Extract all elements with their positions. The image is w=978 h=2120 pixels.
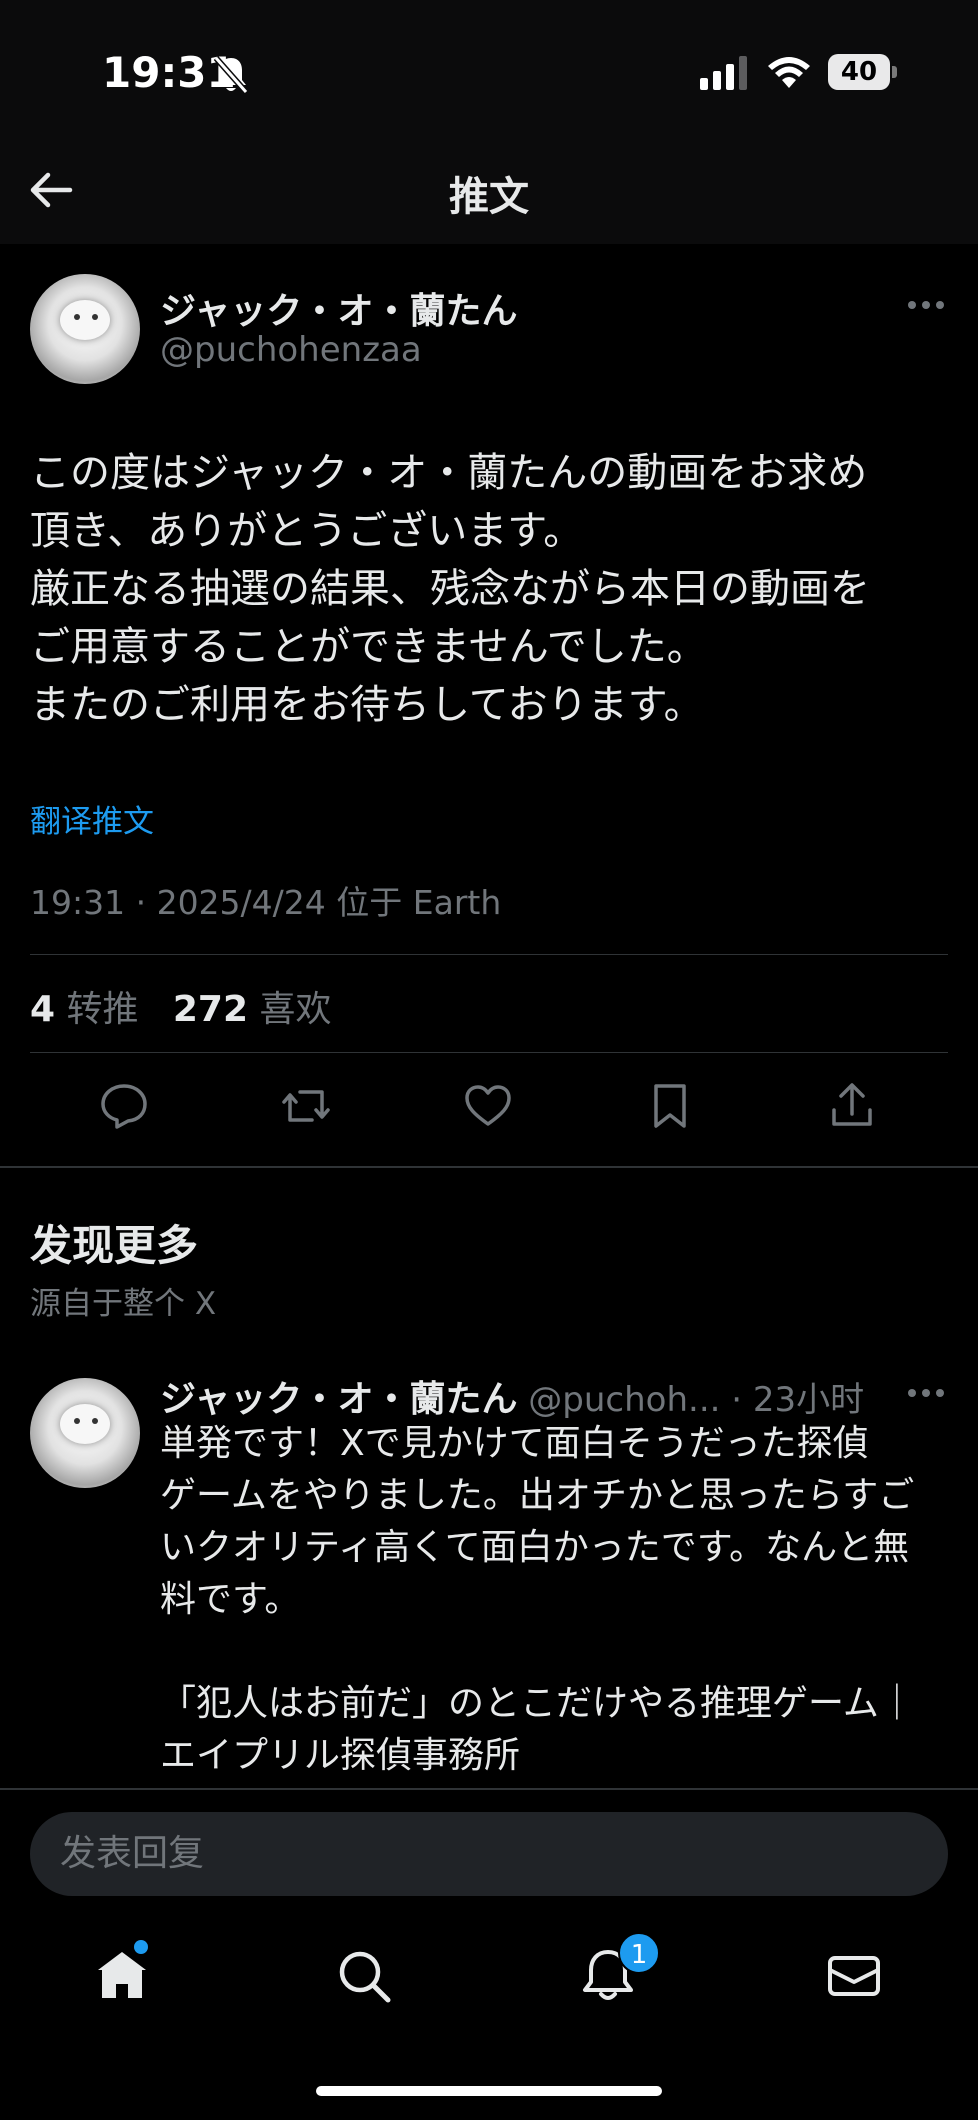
reply-bar: 发表回复 — [0, 1788, 978, 1918]
reply-input[interactable]: 发表回复 — [30, 1812, 948, 1896]
author-name[interactable]: ジャック・オ・蘭たん — [160, 282, 517, 334]
discover-title: 发现更多 — [30, 1221, 199, 1270]
retweet-label[interactable]: 转推 — [67, 989, 139, 1030]
cellular-signal-icon — [700, 56, 747, 90]
like-label[interactable]: 喜欢 — [259, 989, 331, 1030]
avatar-face — [60, 1404, 110, 1444]
nav-header: 推文 — [0, 140, 978, 244]
avatar[interactable] — [30, 1378, 140, 1488]
bookmark-icon[interactable] — [644, 1080, 696, 1132]
retweet-icon[interactable] — [280, 1080, 332, 1132]
more-options-icon[interactable] — [906, 1386, 946, 1400]
retweet-count[interactable]: 4 — [30, 989, 55, 1030]
recommended-handle-time[interactable]: @puchoh... · 23小时 — [528, 1380, 864, 1420]
avatar-eye-right — [92, 1418, 98, 1424]
recommended-tweet-text[interactable]: 単発です！Xで見かけて面白そうだった探偵 ゲームをやりました。出オチかと思ったら… — [160, 1418, 960, 1782]
home-indicator[interactable] — [316, 2086, 662, 2096]
bell-off-icon — [213, 56, 249, 94]
status-bar: 19:31 40 — [0, 0, 978, 140]
like-count[interactable]: 272 — [173, 989, 248, 1030]
translate-tweet-link[interactable]: 翻译推文 — [30, 796, 154, 841]
section-divider — [0, 1166, 978, 1168]
author-handle[interactable]: @puchohenzaa — [160, 330, 422, 370]
tweet-text: この度はジャック・オ・蘭たんの動画をお求め 頂き、ありがとうございます。 厳正な… — [30, 450, 870, 728]
home-icon[interactable] — [92, 1946, 152, 2006]
divider — [30, 954, 948, 955]
reply-icon[interactable] — [98, 1080, 150, 1132]
engagement-stats: 4 转推 272 喜欢 — [30, 980, 332, 1032]
avatar-eye-right — [92, 314, 98, 320]
more-options-icon[interactable] — [906, 298, 946, 312]
tweet-timestamp: 19:31 · 2025/4/24 位于 Earth — [30, 883, 502, 922]
messages-mail-icon[interactable] — [824, 1946, 884, 2006]
home-unread-dot — [134, 1940, 148, 1954]
notification-badge: 1 — [618, 1932, 660, 1974]
divider — [30, 1052, 948, 1053]
share-icon[interactable] — [826, 1080, 878, 1132]
discover-subtitle: 源自于整个 X — [30, 1286, 217, 1322]
battery-level: 40 — [828, 54, 890, 90]
recommended-author-name[interactable]: ジャック・オ・蘭たん — [160, 1379, 517, 1420]
wifi-icon — [768, 57, 810, 88]
search-icon[interactable] — [334, 1946, 394, 2006]
like-icon[interactable] — [462, 1080, 514, 1132]
avatar-eye-left — [74, 1418, 80, 1424]
recommended-tweet-header: ジャック・オ・蘭たん @puchoh... · 23小时 — [160, 1370, 864, 1422]
avatar-eye-left — [74, 314, 80, 320]
avatar-face — [60, 300, 110, 340]
battery-cap — [892, 66, 897, 78]
battery-indicator: 40 — [828, 54, 897, 90]
page-title: 推文 — [449, 174, 529, 220]
avatar[interactable] — [30, 274, 140, 384]
